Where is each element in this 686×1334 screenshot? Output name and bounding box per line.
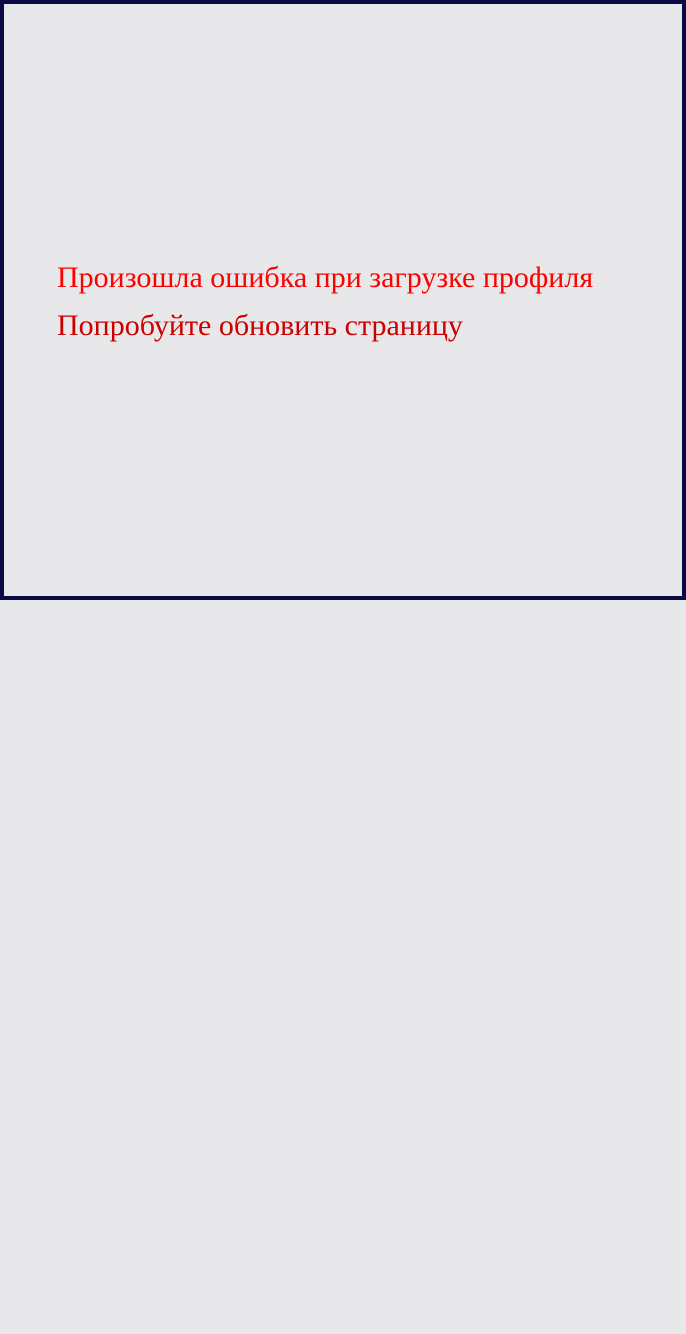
error-title: Произошла ошибка при загрузке профиля — [57, 261, 594, 294]
empty-content-area — [0, 600, 686, 1334]
error-hint: Попробуйте обновить страницу — [57, 309, 463, 342]
error-message: Произошла ошибка при загрузке профиля По… — [57, 254, 677, 350]
profile-error-panel: Произошла ошибка при загрузке профиля По… — [0, 0, 686, 600]
